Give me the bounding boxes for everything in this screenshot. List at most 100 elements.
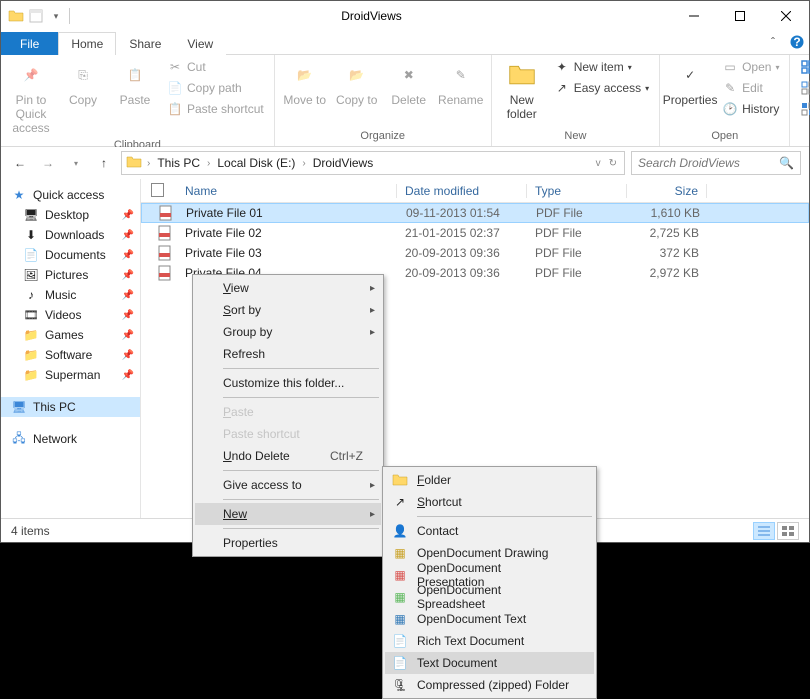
address-bar: ← → ▾ ↑ › This PC › Local Disk (E:) › Dr…: [1, 147, 809, 179]
open-button[interactable]: ▭Open ▾: [718, 57, 783, 77]
sidebar-this-pc[interactable]: 🖥This PC: [1, 397, 140, 417]
recent-dropdown-icon[interactable]: ▾: [65, 152, 87, 174]
file-size: 2,972 KB: [627, 266, 707, 280]
select-all-checkbox[interactable]: [151, 183, 164, 197]
ctx-group-by[interactable]: Group by▸: [195, 321, 381, 343]
cut-button[interactable]: ✂Cut: [163, 57, 268, 77]
chevron-right-icon[interactable]: ›: [144, 158, 153, 169]
ctx-new-contact[interactable]: 👤Contact: [385, 520, 594, 542]
ctx-new-od-text[interactable]: ▦OpenDocument Text: [385, 608, 594, 630]
column-size[interactable]: Size: [627, 184, 707, 198]
edit-button[interactable]: ✎Edit: [718, 78, 783, 98]
properties-button[interactable]: ✓Properties: [666, 57, 714, 109]
maximize-button[interactable]: [717, 1, 763, 31]
rename-button[interactable]: ✎Rename: [437, 57, 485, 109]
cut-icon: ✂: [167, 59, 183, 75]
sidebar-network[interactable]: 🖧Network: [1, 429, 140, 449]
column-date[interactable]: Date modified: [397, 184, 527, 198]
tab-view[interactable]: View: [174, 32, 226, 55]
back-button[interactable]: ←: [9, 152, 31, 174]
copy-to-button[interactable]: 📂Copy to: [333, 57, 381, 109]
sidebar-item-superman[interactable]: 📁Superman📌: [1, 365, 140, 385]
context-new-submenu: Folder ↗Shortcut 👤Contact ▦OpenDocument …: [382, 466, 597, 699]
address-dropdown-icon[interactable]: v: [593, 158, 604, 169]
separator: [223, 470, 379, 471]
column-type[interactable]: Type: [527, 184, 627, 198]
ctx-give-access[interactable]: Give access to▸: [195, 474, 381, 496]
select-all-button[interactable]: Select all: [796, 57, 810, 77]
sidebar-item-downloads[interactable]: ⬇Downloads📌: [1, 225, 140, 245]
new-folder-button[interactable]: New folder: [498, 57, 546, 123]
close-button[interactable]: [763, 1, 809, 31]
crumb-droidviews[interactable]: DroidViews: [311, 156, 375, 170]
forward-button[interactable]: →: [37, 152, 59, 174]
search-input[interactable]: Search DroidViews 🔍: [631, 151, 801, 175]
sidebar-quick-access[interactable]: ★Quick access: [1, 185, 140, 205]
crumb-this-pc[interactable]: This PC: [155, 156, 202, 170]
ribbon-collapse-icon[interactable]: ˆ: [761, 30, 785, 54]
paste-button[interactable]: 📋Paste: [111, 57, 159, 109]
chevron-right-icon[interactable]: ›: [204, 158, 213, 169]
chevron-right-icon: ▸: [370, 327, 375, 338]
move-to-button[interactable]: 📂Move to: [281, 57, 329, 109]
ctx-paste-shortcut: Paste shortcut: [195, 423, 381, 445]
paste-shortcut-button[interactable]: 📋Paste shortcut: [163, 99, 268, 119]
tab-share[interactable]: Share: [116, 32, 174, 55]
ctx-sort-by[interactable]: Sort by▸: [195, 299, 381, 321]
drawing-icon: ▦: [391, 544, 409, 562]
thumbnails-view-button[interactable]: [777, 522, 799, 540]
ctx-new-folder[interactable]: Folder: [385, 469, 594, 491]
pin-quick-access-button[interactable]: 📌Pin to Quick access: [7, 57, 55, 137]
easy-access-button[interactable]: ↗Easy access ▾: [550, 78, 653, 98]
ctx-new-text[interactable]: 📄Text Document: [385, 652, 594, 674]
properties-qat-icon[interactable]: [27, 7, 45, 25]
ctx-customize[interactable]: Customize this folder...: [195, 372, 381, 394]
sidebar-item-games[interactable]: 📁Games📌: [1, 325, 140, 345]
group-select: Select all Select none Invert selection …: [790, 55, 810, 146]
group-open: ✓Properties ▭Open ▾ ✎Edit 🕑History Open: [660, 55, 790, 146]
sidebar-item-documents[interactable]: 📄Documents📌: [1, 245, 140, 265]
ctx-new[interactable]: New▸: [195, 503, 381, 525]
ctx-properties[interactable]: Properties: [195, 532, 381, 554]
sidebar-item-videos[interactable]: 🎞Videos📌: [1, 305, 140, 325]
history-button[interactable]: 🕑History: [718, 99, 783, 119]
ctx-refresh[interactable]: Refresh: [195, 343, 381, 365]
svg-text:?: ?: [793, 35, 800, 49]
crumb-local-disk[interactable]: Local Disk (E:): [215, 156, 297, 170]
delete-icon: ✖: [393, 59, 425, 91]
ctx-view[interactable]: View▸: [195, 277, 381, 299]
chevron-right-icon[interactable]: ›: [299, 158, 308, 169]
chevron-right-icon: ▸: [370, 480, 375, 491]
sidebar-item-software[interactable]: 📁Software📌: [1, 345, 140, 365]
presentation-icon: ▦: [391, 566, 409, 584]
sidebar-item-music[interactable]: ♪Music📌: [1, 285, 140, 305]
copy-path-button[interactable]: 📄Copy path: [163, 78, 268, 98]
sidebar-item-desktop[interactable]: 🖥Desktop📌: [1, 205, 140, 225]
qat-dropdown-icon[interactable]: ▾: [47, 7, 65, 25]
ctx-undo-delete[interactable]: Undo DeleteCtrl+Z: [195, 445, 381, 467]
breadcrumb[interactable]: › This PC › Local Disk (E:) › DroidViews…: [121, 151, 625, 175]
refresh-icon[interactable]: ↻: [606, 158, 620, 169]
copy-button[interactable]: ⎘Copy: [59, 57, 107, 109]
ctx-new-od-spreadsheet[interactable]: ▦OpenDocument Spreadsheet: [385, 586, 594, 608]
file-date: 21-01-2015 02:37: [397, 226, 527, 240]
ctx-new-rtf[interactable]: 📄Rich Text Document: [385, 630, 594, 652]
minimize-button[interactable]: [671, 1, 717, 31]
details-view-button[interactable]: [753, 522, 775, 540]
tab-file[interactable]: File: [1, 32, 58, 55]
file-row[interactable]: Private File 03 20-09-2013 09:36 PDF Fil…: [141, 243, 809, 263]
invert-selection-button[interactable]: Invert selection: [796, 99, 810, 119]
help-icon[interactable]: ?: [785, 30, 809, 54]
pdf-icon: [157, 265, 173, 281]
ctx-new-zip[interactable]: 🗜Compressed (zipped) Folder: [385, 674, 594, 696]
new-item-button[interactable]: ✦New item ▾: [550, 57, 653, 77]
tab-home[interactable]: Home: [58, 32, 116, 55]
delete-button[interactable]: ✖Delete: [385, 57, 433, 109]
ctx-new-shortcut[interactable]: ↗Shortcut: [385, 491, 594, 513]
column-name[interactable]: Name: [177, 184, 397, 198]
select-none-button[interactable]: Select none: [796, 78, 810, 98]
file-row[interactable]: Private File 02 21-01-2015 02:37 PDF Fil…: [141, 223, 809, 243]
file-row[interactable]: Private File 01 09-11-2013 01:54 PDF Fil…: [141, 203, 809, 223]
up-button[interactable]: ↑: [93, 152, 115, 174]
sidebar-item-pictures[interactable]: 🖼Pictures📌: [1, 265, 140, 285]
